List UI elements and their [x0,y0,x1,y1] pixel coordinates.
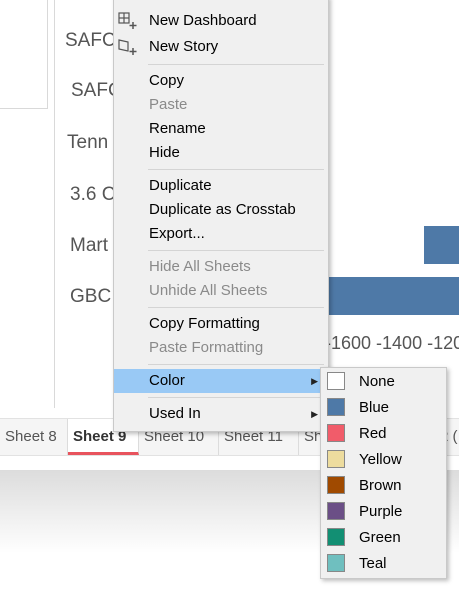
color-option-label: None [359,373,395,390]
row-label: Mart [70,235,108,256]
menu-item-hide[interactable]: Hide [114,141,328,165]
menu-separator [148,250,324,251]
context-menu: New Dashboard New Story Copy Paste Renam… [113,0,329,432]
color-option-yellow[interactable]: Yellow [321,447,446,473]
color-option-label: Red [359,425,387,442]
menu-separator [148,307,324,308]
color-option-none[interactable]: None [321,369,446,395]
x-axis-ticks: -1600 -1400 -120 [325,333,459,353]
color-option-label: Purple [359,503,403,520]
tab-sheet-8[interactable]: Sheet 8 [0,419,68,455]
menu-item-new-dashboard[interactable]: New Dashboard [114,9,328,33]
color-option-green[interactable]: Green [321,525,446,551]
row-label: GBC [70,286,112,307]
left-pane [0,0,48,109]
menu-item-paste: Paste [149,96,188,113]
color-option-brown[interactable]: Brown [321,473,446,499]
menu-item-rename[interactable]: Rename [114,117,328,141]
color-swatch [327,476,345,494]
color-swatch [327,450,345,468]
color-swatch [327,398,345,416]
color-swatch [327,502,345,520]
menu-item-label: New Story [149,38,219,55]
menu-item-label: Used In [149,405,201,422]
menu-item-copy-formatting[interactable]: Copy Formatting [114,312,328,336]
submenu-arrow-icon: ▶ [311,409,318,419]
menu-item-paste-formatting: Paste Formatting [149,339,264,356]
menu-item-copy[interactable]: Copy [114,69,328,93]
bar[interactable] [424,226,459,264]
menu-item-export[interactable]: Export... [114,222,328,246]
color-swatch [327,528,345,546]
menu-item-hide-all-sheets: Hide All Sheets [149,258,251,275]
bar[interactable] [325,277,459,315]
color-option-label: Green [359,529,401,546]
menu-separator [148,169,324,170]
color-option-purple[interactable]: Purple [321,499,446,525]
menu-separator [148,364,324,365]
color-submenu: None Blue Red Yellow Brown Purple Green … [320,367,447,579]
menu-item-label: New Dashboard [149,12,257,29]
new-story-icon [118,39,137,55]
row-label: 3.6 C [70,184,116,205]
submenu-arrow-icon: ▶ [311,376,318,386]
color-option-red[interactable]: Red [321,421,446,447]
menu-item-new-story[interactable]: New Story [114,35,328,59]
new-dashboard-icon [118,12,137,29]
color-option-label: Yellow [359,451,402,468]
color-option-label: Teal [359,555,387,572]
color-swatch [327,424,345,442]
row-label: SAFC [65,30,116,51]
row-label: Tenn [67,132,109,153]
color-option-label: Blue [359,399,390,416]
menu-separator [148,64,324,65]
menu-item-duplicate-as-crosstab[interactable]: Duplicate as Crosstab [114,198,328,222]
color-option-teal[interactable]: Teal [321,551,446,577]
menu-item-label: Color [149,372,185,389]
color-option-blue[interactable]: Blue [321,395,446,421]
color-option-label: Brown [359,477,402,494]
menu-item-used-in[interactable]: Used In ▶ [114,402,328,426]
color-swatch [327,554,345,572]
menu-item-unhide-all-sheets: Unhide All Sheets [149,282,268,299]
menu-item-color[interactable]: Color ▶ [114,369,328,393]
color-swatch [327,372,345,390]
menu-separator [148,397,324,398]
menu-item-duplicate[interactable]: Duplicate [114,174,328,198]
